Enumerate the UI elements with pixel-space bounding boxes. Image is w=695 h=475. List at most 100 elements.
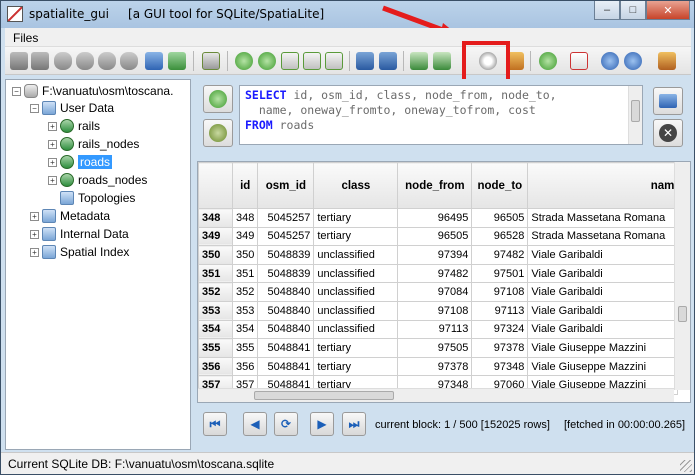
cell-name[interactable]: Viale Garibaldi [527,300,679,321]
cell-node-from[interactable]: 97482 [397,263,473,284]
tree-root[interactable]: − F:\vanuatu\osm\toscana. [12,82,173,100]
resize-grip-icon[interactable] [680,460,692,472]
row-header[interactable]: 354 [198,319,233,340]
collapse-icon[interactable]: − [30,103,39,113]
connect-icon[interactable] [10,52,28,70]
cell-node-to[interactable]: 96505 [471,208,529,228]
expand-icon[interactable]: + [48,157,57,167]
table-row[interactable]: 349 349 5045257 tertiary 96505 96528 Strada Ma… [198,226,679,247]
table-row[interactable]: 356 356 5048841 tertiary 97378 97348 Viale Giu… [198,356,679,377]
table-row[interactable]: 353 353 5048840 unclassified 97108 97113 Viale… [198,300,679,321]
cell-name[interactable]: Viale Garibaldi [527,319,679,340]
close-button[interactable]: ✕ [646,1,690,20]
load-shp-icon[interactable] [235,52,253,70]
row-header[interactable]: 352 [198,282,233,302]
menu-files[interactable]: Files [13,31,38,45]
load-txt-icon[interactable] [281,52,299,70]
sql-history-back-button[interactable] [203,85,233,113]
disconnect-icon[interactable] [31,52,49,70]
cell-class[interactable]: unclassified [313,319,399,340]
cell-id[interactable]: 350 [231,245,259,265]
cell-id[interactable]: 352 [231,282,259,302]
cell-node-from[interactable]: 96505 [397,226,473,247]
maximize-button[interactable]: □ [620,1,646,20]
cell-id[interactable]: 348 [231,208,259,228]
row-header[interactable]: 356 [198,356,233,377]
cell-name[interactable]: Viale Garibaldi [527,263,679,284]
memory-save-icon[interactable] [120,52,138,70]
memory-load-icon[interactable] [98,52,116,70]
srids-icon[interactable] [433,52,451,70]
cell-osm-id[interactable]: 5045257 [257,208,315,228]
memory-db-icon[interactable] [76,52,94,70]
cell-class[interactable]: unclassified [313,282,399,302]
cell-id[interactable]: 354 [231,319,259,340]
cell-node-from[interactable]: 97108 [397,300,473,321]
cell-id[interactable]: 349 [231,226,259,247]
vacuum-icon[interactable] [145,52,163,70]
table-row[interactable]: 355 355 5048841 tertiary 97505 97378 Viale Giu… [198,338,679,358]
scrollbar-thumb[interactable] [631,100,640,122]
cell-class[interactable]: tertiary [313,338,399,358]
cell-class[interactable]: unclassified [313,245,399,265]
cell-node-to[interactable]: 96528 [471,226,529,247]
column-header[interactable]: node_to [471,162,529,209]
column-header[interactable]: osm_id [257,162,315,209]
cell-osm-id[interactable]: 5048840 [257,319,315,340]
cell-node-to[interactable]: 97482 [471,245,529,265]
first-block-button[interactable]: ⏮ [203,412,227,436]
cell-id[interactable]: 355 [231,338,259,358]
column-header[interactable]: id [231,162,259,209]
cell-node-to[interactable]: 97108 [471,282,529,302]
cell-node-from[interactable]: 97394 [397,245,473,265]
refresh-block-button[interactable]: ⟳ [274,412,298,436]
collapse-icon[interactable]: − [12,86,21,96]
table-row[interactable]: 354 354 5048840 unclassified 97113 97324 Viale… [198,319,679,340]
cell-node-from[interactable]: 97378 [397,356,473,377]
check-geometries-icon[interactable] [410,52,428,70]
network-icon[interactable] [379,52,397,70]
cell-node-to[interactable]: 97324 [471,319,529,340]
tree-item-rails[interactable]: + rails [48,117,100,135]
column-header[interactable]: class [313,162,399,209]
expand-icon[interactable]: + [30,211,39,221]
tree-item-spatial-index[interactable]: + Spatial Index [30,243,129,261]
pdf-icon[interactable] [570,52,588,70]
prev-block-button[interactable]: ◀ [243,412,267,436]
tree-item-roads[interactable]: + roads [48,153,113,171]
cell-osm-id[interactable]: 5048840 [257,282,315,302]
tree-item-metadata[interactable]: + Metadata [30,207,110,225]
cell-osm-id[interactable]: 5048840 [257,300,315,321]
sql-script-icon[interactable] [202,52,220,70]
row-header[interactable]: 353 [198,300,233,321]
expand-icon[interactable]: + [48,175,57,185]
column-header[interactable]: node_from [397,162,473,209]
cell-name[interactable]: Viale Giuseppe Mazzini [527,356,679,377]
tree-item-roads-nodes[interactable]: + roads_nodes [48,171,147,189]
help-icon[interactable] [601,52,619,70]
cell-name[interactable]: Viale Giuseppe Mazzini [527,338,679,358]
refresh-icon[interactable] [168,52,186,70]
exit-icon[interactable] [658,52,676,70]
tree-item-user-data[interactable]: − User Data [30,99,114,117]
table-row[interactable]: 352 352 5048840 unclassified 97084 97108 Viale… [198,282,679,302]
cell-osm-id[interactable]: 5045257 [257,226,315,247]
sql-editor[interactable]: SELECT id, osm_id, class, node_from, nod… [239,85,643,145]
about-icon[interactable] [624,52,642,70]
cell-osm-id[interactable]: 5048839 [257,245,315,265]
tree-item-topologies[interactable]: Topologies [48,189,135,207]
table-row[interactable]: 350 350 5048839 unclassified 97394 97482 Viale… [198,245,679,265]
cell-node-to[interactable]: 97113 [471,300,529,321]
cell-node-to[interactable]: 97501 [471,263,529,284]
column-header[interactable]: nam [527,162,679,209]
expand-icon[interactable]: + [48,121,57,131]
virtual-csv-icon[interactable] [303,52,321,70]
table-row[interactable]: 348 348 5045257 tertiary 96495 96505 Strada Ma… [198,208,679,228]
cell-osm-id[interactable]: 5048841 [257,338,315,358]
row-header[interactable]: 350 [198,245,233,265]
next-block-button[interactable]: ▶ [310,412,334,436]
expand-icon[interactable]: + [30,247,39,257]
expand-icon[interactable]: + [30,229,39,239]
cell-name[interactable]: Strada Massetana Romana [527,208,679,228]
virtual-shp-icon[interactable] [258,52,276,70]
